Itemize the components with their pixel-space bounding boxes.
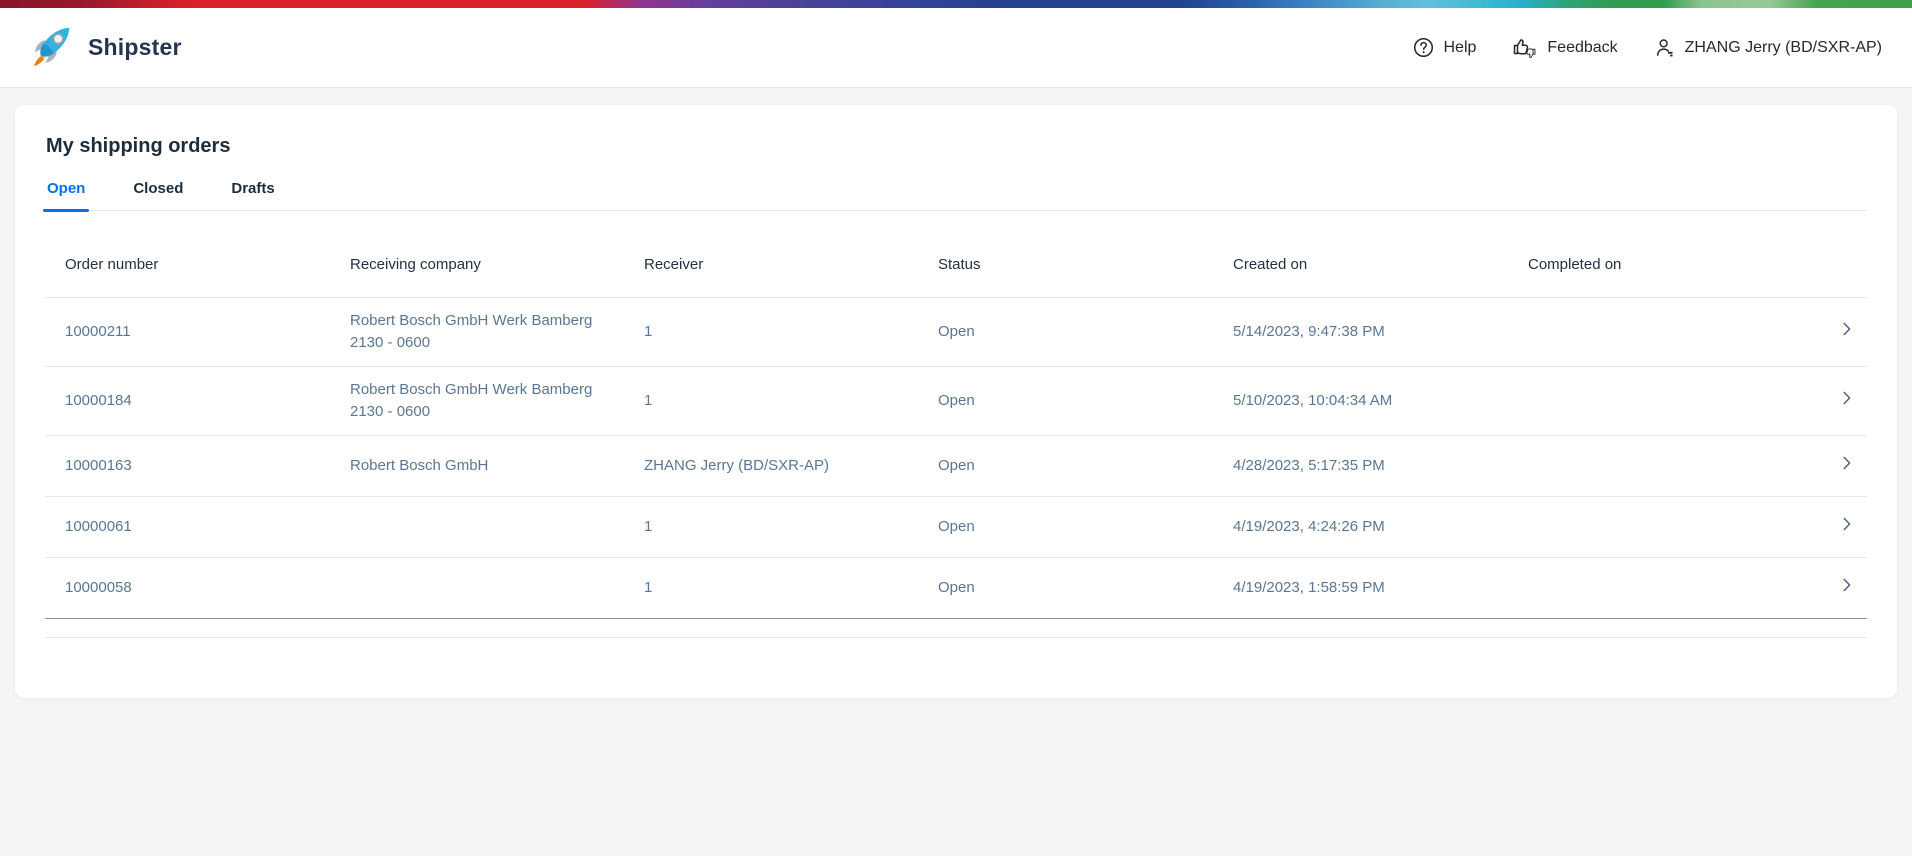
table-header-row: Order number Receiving company Receiver … [45,236,1867,297]
top-bar: Shipster Help [0,8,1912,88]
cell-completed-on [1508,389,1827,413]
tab-open[interactable]: Open [45,180,87,210]
column-header-completed-on: Completed on [1508,236,1827,297]
cell-created-on: 4/19/2023, 4:24:26 PM [1213,504,1508,550]
help-label: Help [1443,39,1476,57]
cell-receiving-company: Robert Bosch GmbH Werk Bamberg 2130 - 06… [330,367,624,435]
table-row[interactable]: 10000058 1 Open 4/19/2023, 1:58:59 PM [45,557,1867,618]
feedback-button[interactable]: Feedback [1512,36,1617,60]
rocket-icon [30,23,74,72]
cell-receiving-company [330,576,624,600]
chevron-right-icon [1843,390,1851,412]
row-open-button[interactable] [1827,390,1867,412]
cell-receiver: 1 [624,309,918,355]
column-header-receiver: Receiver [624,236,918,297]
cell-completed-on [1508,454,1827,478]
cell-receiver: ZHANG Jerry (BD/SXR-AP) [624,443,918,489]
cell-receiver: 1 [624,565,918,611]
bosch-supergraphic-bar [0,0,1912,8]
column-header-created-on: Created on [1213,236,1508,297]
tab-bar: Open Closed Drafts [45,158,1867,211]
cell-completed-on [1508,576,1827,600]
cell-order-number: 10000211 [45,309,330,355]
cell-receiving-company: Robert Bosch GmbH [330,443,624,489]
cell-created-on: 4/19/2023, 1:58:59 PM [1213,565,1508,611]
cell-status: Open [918,443,1213,489]
cell-order-number: 10000061 [45,504,330,550]
user-menu-button[interactable]: ZHANG Jerry (BD/SXR-AP) [1654,37,1882,59]
table-row[interactable]: 10000163 Robert Bosch GmbH ZHANG Jerry (… [45,435,1867,496]
orders-table: Order number Receiving company Receiver … [45,236,1867,638]
cell-status: Open [918,378,1213,424]
cell-created-on: 5/10/2023, 10:04:34 AM [1213,378,1508,424]
column-header-receiving-company: Receiving company [330,236,624,297]
row-open-button[interactable] [1827,321,1867,343]
cell-order-number: 10000058 [45,565,330,611]
column-header-actions [1827,245,1867,289]
cell-completed-on [1508,515,1827,539]
row-open-button[interactable] [1827,516,1867,538]
chevron-right-icon [1843,455,1851,477]
cell-status: Open [918,565,1213,611]
table-footer-spacer [45,619,1867,638]
cell-receiving-company [330,515,624,539]
user-label: ZHANG Jerry (BD/SXR-AP) [1685,39,1882,57]
cell-status: Open [918,504,1213,550]
page-title: My shipping orders [15,105,1897,158]
chevron-right-icon [1843,516,1851,538]
cell-receiver: 1 [624,378,918,424]
table-row[interactable]: 10000211 Robert Bosch GmbH Werk Bamberg … [45,297,1867,366]
chevron-right-icon [1843,577,1851,599]
question-circle-icon [1413,37,1434,58]
row-open-button[interactable] [1827,455,1867,477]
table-body: 10000211 Robert Bosch GmbH Werk Bamberg … [45,297,1867,619]
person-badge-icon [1654,37,1676,59]
main-content: My shipping orders Open Closed Drafts Or… [0,88,1912,715]
help-button[interactable]: Help [1413,37,1476,58]
tab-drafts[interactable]: Drafts [229,180,276,210]
tab-closed[interactable]: Closed [131,180,185,210]
feedback-label: Feedback [1547,39,1617,57]
cell-completed-on [1508,320,1827,344]
app-title: Shipster [88,34,182,61]
column-header-order-number: Order number [45,236,330,297]
cell-status: Open [918,309,1213,355]
cell-order-number: 10000184 [45,378,330,424]
table-row[interactable]: 10000061 1 Open 4/19/2023, 4:24:26 PM [45,496,1867,557]
cell-created-on: 4/28/2023, 5:17:35 PM [1213,443,1508,489]
app-brand[interactable]: Shipster [30,23,182,72]
column-header-status: Status [918,236,1213,297]
shipping-orders-card: My shipping orders Open Closed Drafts Or… [15,105,1897,698]
cell-created-on: 5/14/2023, 9:47:38 PM [1213,309,1508,355]
cell-receiver: 1 [624,504,918,550]
thumbs-feedback-icon [1512,36,1538,60]
row-open-button[interactable] [1827,577,1867,599]
table-row[interactable]: 10000184 Robert Bosch GmbH Werk Bamberg … [45,366,1867,435]
cell-receiving-company: Robert Bosch GmbH Werk Bamberg 2130 - 06… [330,298,624,366]
cell-order-number: 10000163 [45,443,330,489]
chevron-right-icon [1843,321,1851,343]
top-navigation: Help Feedback [1413,36,1882,60]
